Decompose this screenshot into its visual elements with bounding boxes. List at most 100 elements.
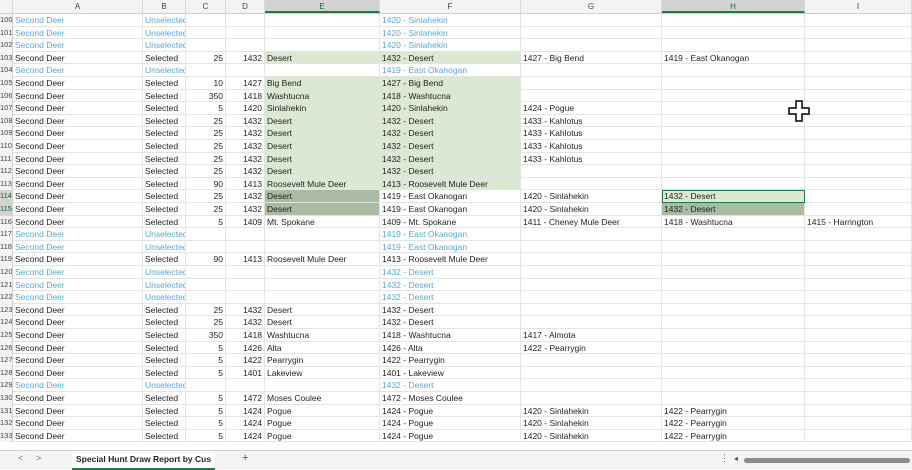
- cell-e123[interactable]: Desert: [265, 303, 380, 317]
- cell-b120[interactable]: Unselected: [143, 266, 186, 279]
- cell-e116[interactable]: Mt. Spokane: [265, 215, 380, 229]
- cell-g110[interactable]: 1433 - Kahlotus: [521, 140, 662, 153]
- cell-d119[interactable]: 1413: [226, 253, 265, 266]
- cell-i101[interactable]: [805, 26, 912, 40]
- cell-g112[interactable]: [521, 165, 662, 178]
- cell-a132[interactable]: Second Deer: [13, 417, 143, 430]
- cell-g107[interactable]: 1424 - Pogue: [521, 102, 662, 115]
- cell-f121[interactable]: 1432 - Desert: [380, 278, 521, 292]
- cell-d120[interactable]: [226, 266, 265, 279]
- cell-b104[interactable]: Unselected: [143, 64, 186, 77]
- cell-i116[interactable]: 1415 - Harrington: [805, 215, 912, 229]
- cell-d127[interactable]: 1422: [226, 354, 265, 367]
- cell-i109[interactable]: [805, 127, 912, 140]
- cell-h107[interactable]: [662, 102, 805, 115]
- cell-h105[interactable]: [662, 77, 805, 90]
- row-number[interactable]: 114: [0, 190, 13, 203]
- cell-h112[interactable]: [662, 165, 805, 178]
- cell-e114[interactable]: Desert: [265, 190, 380, 203]
- cell-f124[interactable]: 1432 - Desert: [380, 316, 521, 329]
- cell-a106[interactable]: Second Deer: [13, 89, 143, 103]
- cell-d102[interactable]: [226, 39, 265, 52]
- cell-i125[interactable]: [805, 329, 912, 342]
- cell-e105[interactable]: Big Bend: [265, 77, 380, 90]
- cell-h110[interactable]: [662, 140, 805, 153]
- cell-h111[interactable]: [662, 152, 805, 166]
- cell-h126[interactable]: [662, 341, 805, 355]
- cell-h129[interactable]: [662, 379, 805, 392]
- row-number[interactable]: 128: [0, 366, 13, 380]
- cell-d115[interactable]: 1432: [226, 203, 265, 216]
- cell-h130[interactable]: [662, 392, 805, 405]
- cell-i111[interactable]: [805, 152, 912, 166]
- cell-e100[interactable]: [265, 14, 380, 27]
- cell-g123[interactable]: [521, 303, 662, 317]
- cell-b107[interactable]: Selected: [143, 102, 186, 115]
- cell-e119[interactable]: Roosevelt Mule Deer: [265, 253, 380, 266]
- row-number[interactable]: 108: [0, 114, 13, 128]
- cell-d101[interactable]: [226, 26, 265, 40]
- cell-c101[interactable]: [186, 26, 226, 40]
- row-number[interactable]: 112: [0, 165, 13, 178]
- cell-a102[interactable]: Second Deer: [13, 39, 143, 52]
- cell-a121[interactable]: Second Deer: [13, 278, 143, 292]
- cell-i105[interactable]: [805, 77, 912, 90]
- cell-c107[interactable]: 5: [186, 102, 226, 115]
- cell-e113[interactable]: Roosevelt Mule Deer: [265, 177, 380, 191]
- cell-a100[interactable]: Second Deer: [13, 14, 143, 27]
- cell-a131[interactable]: Second Deer: [13, 404, 143, 418]
- cell-f129[interactable]: 1432 - Desert: [380, 379, 521, 392]
- cell-f117[interactable]: 1419 - East Okanogan: [380, 228, 521, 241]
- row-number[interactable]: 101: [0, 26, 13, 40]
- cell-d118[interactable]: [226, 240, 265, 254]
- cell-c132[interactable]: 5: [186, 417, 226, 430]
- cell-i103[interactable]: [805, 51, 912, 65]
- cell-g106[interactable]: [521, 89, 662, 103]
- cell-e118[interactable]: [265, 240, 380, 254]
- cell-h123[interactable]: [662, 303, 805, 317]
- cell-g115[interactable]: 1420 - Sinlahekin: [521, 203, 662, 216]
- cell-d111[interactable]: 1432: [226, 152, 265, 166]
- cell-e126[interactable]: Alta: [265, 341, 380, 355]
- cell-d100[interactable]: [226, 14, 265, 27]
- cell-b102[interactable]: Unselected: [143, 39, 186, 52]
- cell-c121[interactable]: [186, 278, 226, 292]
- cell-c106[interactable]: 350: [186, 89, 226, 103]
- column-header-e[interactable]: E: [265, 0, 380, 13]
- row-number[interactable]: 131: [0, 404, 13, 418]
- column-header-h[interactable]: H: [662, 0, 805, 13]
- cell-c114[interactable]: 25: [186, 190, 226, 203]
- cell-d108[interactable]: 1432: [226, 114, 265, 128]
- cell-f108[interactable]: 1432 - Desert: [380, 114, 521, 128]
- cell-e111[interactable]: Desert: [265, 152, 380, 166]
- cell-a104[interactable]: Second Deer: [13, 64, 143, 77]
- cell-b115[interactable]: Selected: [143, 203, 186, 216]
- cell-b122[interactable]: Unselected: [143, 291, 186, 304]
- cell-c128[interactable]: 5: [186, 366, 226, 380]
- cell-a108[interactable]: Second Deer: [13, 114, 143, 128]
- cell-d129[interactable]: [226, 379, 265, 392]
- cell-d104[interactable]: [226, 64, 265, 77]
- cell-c111[interactable]: 25: [186, 152, 226, 166]
- cell-e125[interactable]: Washtucna: [265, 329, 380, 342]
- cell-e124[interactable]: Desert: [265, 316, 380, 329]
- scroll-left-arrow-icon[interactable]: ◂: [734, 454, 738, 463]
- cell-g126[interactable]: 1422 - Pearrygin: [521, 341, 662, 355]
- more-options-icon[interactable]: ⋮: [720, 453, 729, 464]
- row-number[interactable]: 120: [0, 266, 13, 279]
- row-number[interactable]: 119: [0, 253, 13, 266]
- cell-a111[interactable]: Second Deer: [13, 152, 143, 166]
- select-all-corner[interactable]: [0, 0, 13, 13]
- row-number[interactable]: 133: [0, 429, 13, 443]
- column-header-a[interactable]: A: [13, 0, 143, 13]
- cell-i119[interactable]: [805, 253, 912, 266]
- cell-f111[interactable]: 1432 - Desert: [380, 152, 521, 166]
- cell-f115[interactable]: 1419 - East Okanogan: [380, 203, 521, 216]
- cell-e101[interactable]: [265, 26, 380, 40]
- cell-h117[interactable]: [662, 228, 805, 241]
- cell-e129[interactable]: [265, 379, 380, 392]
- row-number[interactable]: 116: [0, 215, 13, 229]
- cell-i117[interactable]: [805, 228, 912, 241]
- cell-a110[interactable]: Second Deer: [13, 140, 143, 153]
- cell-e122[interactable]: [265, 291, 380, 304]
